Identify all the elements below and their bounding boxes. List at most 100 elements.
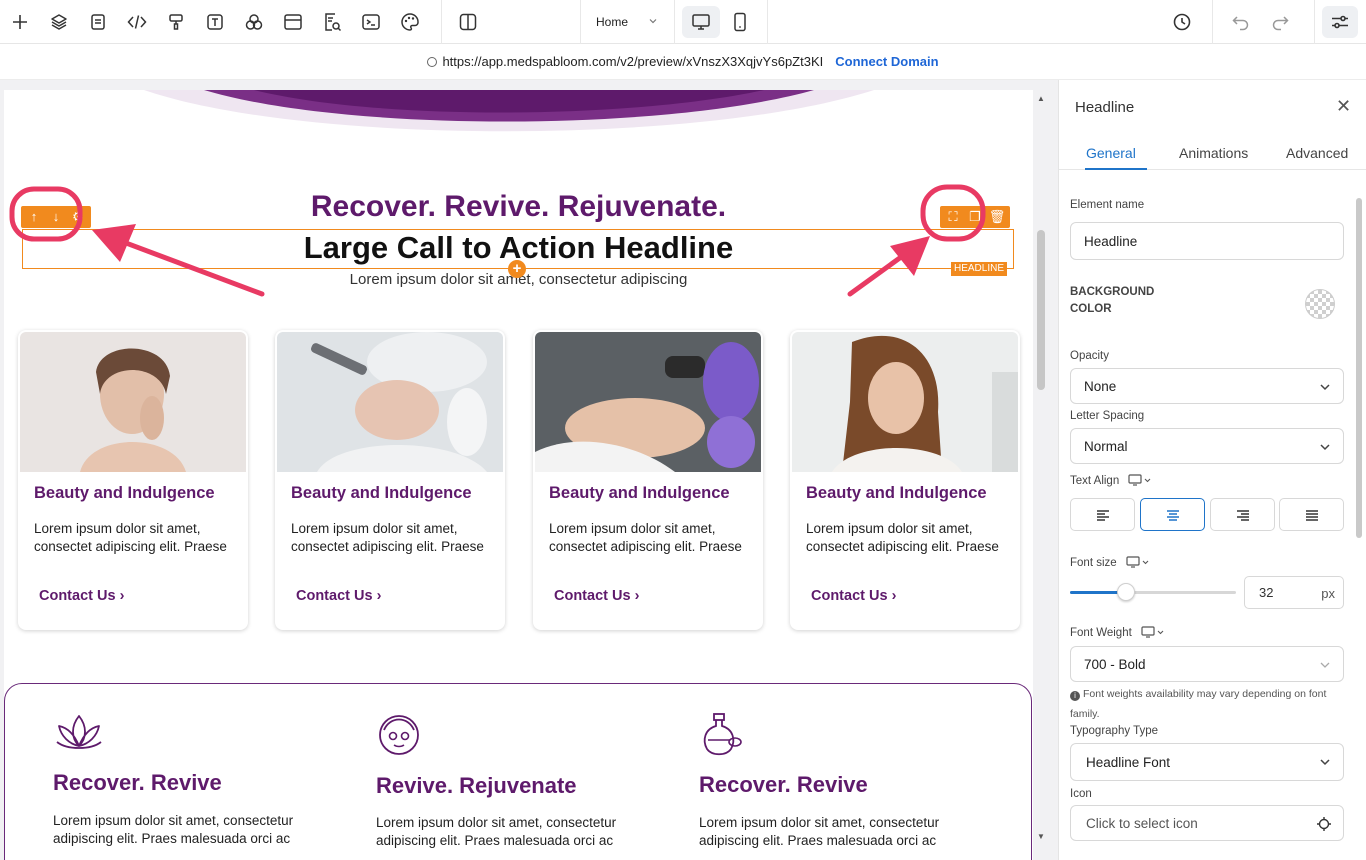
- align-justify-button[interactable]: [1279, 498, 1344, 531]
- features-section: Recover. Revive Lorem ipsum dolor sit am…: [4, 683, 1032, 860]
- preview-url[interactable]: https://app.medspabloom.com/v2/preview/x…: [442, 54, 823, 69]
- icon-picker-placeholder: Click to select icon: [1086, 815, 1198, 831]
- desktop-responsive-icon[interactable]: [1141, 626, 1165, 638]
- form-search-icon[interactable]: [319, 9, 345, 35]
- background-color-swatch[interactable]: [1305, 289, 1335, 319]
- align-left-button[interactable]: [1070, 498, 1135, 531]
- scroll-up-arrow-icon[interactable]: ▲: [1037, 94, 1045, 103]
- canvas-scrollbar-thumb[interactable]: [1037, 230, 1045, 390]
- align-justify-icon: [1305, 509, 1318, 521]
- desktop-responsive-icon[interactable]: [1128, 474, 1152, 486]
- letter-spacing-label: Letter Spacing: [1070, 410, 1145, 422]
- card-body: Lorem ipsum dolor sit amet, consectet ad…: [291, 521, 484, 554]
- elements-icon[interactable]: [241, 9, 267, 35]
- contact-us-link[interactable]: Contact Us ›: [554, 588, 639, 604]
- tab-advanced[interactable]: Advanced: [1286, 145, 1348, 161]
- contact-us-link[interactable]: Contact Us ›: [811, 588, 896, 604]
- opacity-select[interactable]: None: [1070, 368, 1344, 404]
- service-photo: [535, 332, 761, 472]
- element-name-field[interactable]: Headline: [1070, 222, 1344, 260]
- typography-type-select[interactable]: Headline Font: [1070, 743, 1344, 781]
- page-canvas: Recover. Revive. Rejuvenate. Large Call …: [4, 90, 1033, 860]
- align-left-icon: [1096, 509, 1109, 521]
- element-action-toolbar: ⛶ ❐ 🗑: [940, 206, 1010, 228]
- lotus-icon: [56, 715, 102, 749]
- pages-icon[interactable]: [85, 9, 111, 35]
- move-down-icon[interactable]: ↓: [47, 206, 65, 228]
- expand-icon[interactable]: ⛶: [944, 206, 962, 228]
- page-select-value: Home: [596, 15, 629, 29]
- font-size-value: 32: [1259, 585, 1274, 600]
- close-icon[interactable]: ✕: [1336, 96, 1351, 117]
- font-weight-note-text: Font weights availability may vary depen…: [1070, 688, 1327, 720]
- tab-animations[interactable]: Animations: [1179, 145, 1248, 161]
- terminal-icon[interactable]: [358, 9, 384, 35]
- desktop-view-button[interactable]: [682, 6, 720, 38]
- service-card: Beauty and Indulgence Lorem ipsum dolor …: [275, 330, 505, 630]
- chevron-down-icon: [1320, 759, 1330, 766]
- info-icon: i: [1070, 691, 1080, 701]
- text-icon[interactable]: [202, 9, 228, 35]
- font-size-slider-handle[interactable]: [1117, 583, 1135, 601]
- card-title: Beauty and Indulgence: [549, 484, 730, 502]
- code-icon[interactable]: [124, 9, 150, 35]
- delete-icon[interactable]: 🗑: [988, 206, 1006, 228]
- mobile-view-button[interactable]: [721, 6, 759, 38]
- undo-icon[interactable]: [1228, 9, 1254, 35]
- contact-us-link[interactable]: Contact Us ›: [39, 588, 124, 604]
- feature-body: Lorem ipsum dolor sit amet, consectetur …: [376, 815, 617, 848]
- crosshair-icon[interactable]: [1317, 817, 1331, 831]
- face-mask-icon: [379, 715, 419, 755]
- connect-domain-link[interactable]: Connect Domain: [835, 54, 938, 69]
- card-title: Beauty and Indulgence: [806, 484, 987, 502]
- font-weight-label: Font Weight: [1070, 626, 1165, 639]
- desktop-responsive-icon[interactable]: [1126, 556, 1150, 568]
- history-icon[interactable]: [1169, 9, 1195, 35]
- contact-us-link[interactable]: Contact Us ›: [296, 588, 381, 604]
- status-circle-icon: [427, 56, 438, 67]
- text-align-label: Text Align: [1070, 474, 1152, 487]
- canvas-scrollbar[interactable]: ▲ ▼: [1034, 90, 1048, 850]
- element-name-label: Element name: [1070, 199, 1145, 211]
- add-icon[interactable]: [7, 9, 33, 35]
- font-weight-select[interactable]: 700 - Bold: [1070, 646, 1344, 682]
- palette-icon[interactable]: [397, 9, 423, 35]
- align-right-button[interactable]: [1210, 498, 1275, 531]
- icon-picker-field[interactable]: Click to select icon: [1070, 805, 1344, 841]
- hero-tagline[interactable]: Recover. Revive. Rejuvenate.: [4, 190, 1033, 224]
- font-weight-note: i Font weights availability may vary depe…: [1070, 684, 1350, 724]
- panel-scrollbar[interactable]: [1353, 180, 1365, 860]
- desktop-icon: [692, 14, 710, 30]
- element-name-value: Headline: [1084, 233, 1138, 249]
- service-card: Beauty and Indulgence Lorem ipsum dolor …: [533, 330, 763, 630]
- font-size-slider[interactable]: [1070, 583, 1236, 601]
- scroll-down-arrow-icon[interactable]: ▼: [1037, 832, 1045, 841]
- background-color-label: BACKGROUND COLOR: [1070, 284, 1154, 318]
- split-view-icon[interactable]: [455, 9, 481, 35]
- duplicate-icon[interactable]: ❐: [966, 206, 984, 228]
- align-right-icon: [1236, 509, 1249, 521]
- align-center-button[interactable]: [1140, 498, 1205, 531]
- sections-icon[interactable]: [280, 9, 306, 35]
- add-element-plus-icon[interactable]: +: [508, 260, 526, 278]
- text-align-group: [1070, 498, 1344, 531]
- redo-icon[interactable]: [1267, 9, 1293, 35]
- panel-scrollbar-thumb[interactable]: [1356, 198, 1362, 538]
- paint-roller-icon[interactable]: [163, 9, 189, 35]
- settings-icon[interactable]: ⚙: [69, 206, 87, 228]
- settings-toggle-button[interactable]: [1322, 6, 1358, 38]
- feature-title: Recover. Revive: [53, 770, 222, 795]
- url-bar: https://app.medspabloom.com/v2/preview/x…: [0, 44, 1366, 80]
- chevron-down-icon: [649, 19, 657, 24]
- service-card: Beauty and Indulgence Lorem ipsum dolor …: [18, 330, 248, 630]
- page-select[interactable]: Home: [582, 6, 674, 38]
- opacity-value: None: [1084, 378, 1117, 394]
- opacity-label: Opacity: [1070, 350, 1109, 362]
- font-size-input[interactable]: 32 px: [1244, 576, 1344, 609]
- move-up-icon[interactable]: ↑: [25, 206, 43, 228]
- tab-general[interactable]: General: [1086, 145, 1136, 161]
- letter-spacing-select[interactable]: Normal: [1070, 428, 1344, 464]
- layers-icon[interactable]: [46, 9, 72, 35]
- chevron-down-icon: [1320, 384, 1330, 391]
- card-body: Lorem ipsum dolor sit amet, consectet ad…: [806, 521, 999, 554]
